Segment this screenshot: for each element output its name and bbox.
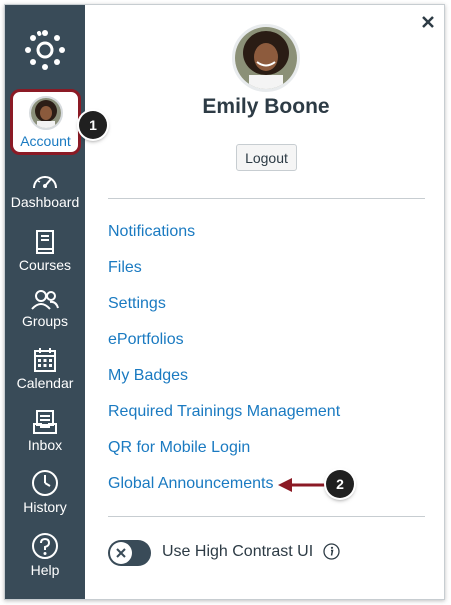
nav-calendar[interactable]: Calendar <box>5 347 85 405</box>
callout-arrow-icon <box>278 478 328 492</box>
link-settings[interactable]: Settings <box>108 295 166 313</box>
user-name: Emily Boone <box>202 95 330 118</box>
callout-badge-1: 1 <box>79 111 107 139</box>
info-icon[interactable] <box>323 543 340 560</box>
canvas-logo-icon[interactable] <box>5 11 85 89</box>
nav-help[interactable]: Help <box>5 532 85 590</box>
dashboard-icon <box>33 176 57 189</box>
divider-top <box>108 198 425 199</box>
nav-dashboard-label: Dashboard <box>10 194 80 210</box>
nav-groups-label: Groups <box>22 313 68 329</box>
close-button[interactable] <box>418 12 438 32</box>
high-contrast-label: Use High Contrast UI <box>162 543 314 560</box>
link-files[interactable]: Files <box>108 259 142 277</box>
nav-courses-label: Courses <box>18 257 72 273</box>
nav-account[interactable]: Account <box>10 89 81 155</box>
profile-avatar <box>232 24 300 92</box>
close-icon <box>422 16 434 28</box>
nav-history[interactable]: History <box>5 469 85 527</box>
nav-courses[interactable]: Courses <box>5 229 85 287</box>
inbox-icon <box>33 410 57 434</box>
nav-groups[interactable]: Groups <box>5 289 85 347</box>
calendar-icon <box>34 348 56 372</box>
link-global-announcements[interactable]: Global Announcements <box>108 475 273 493</box>
callout-badge-2: 2 <box>326 470 354 498</box>
logout-button[interactable]: Logout <box>236 144 297 171</box>
nav-history-label: History <box>23 499 67 515</box>
people-icon <box>31 290 59 310</box>
nav-account-label: Account <box>20 133 71 149</box>
nav-inbox[interactable]: Inbox <box>5 409 85 467</box>
toggle-knob <box>110 542 132 564</box>
link-my-badges[interactable]: My Badges <box>108 367 188 385</box>
high-contrast-toggle[interactable] <box>108 540 151 566</box>
nav-dashboard[interactable]: Dashboard <box>5 170 85 228</box>
link-eportfolios[interactable]: ePortfolios <box>108 331 184 349</box>
question-icon <box>32 533 58 559</box>
x-icon <box>116 548 126 558</box>
book-icon <box>36 230 54 254</box>
link-notifications[interactable]: Notifications <box>108 223 195 241</box>
clock-icon <box>32 470 58 496</box>
nav-inbox-label: Inbox <box>27 437 63 453</box>
link-qr-mobile-login[interactable]: QR for Mobile Login <box>108 439 250 457</box>
avatar <box>28 96 63 130</box>
nav-help-label: Help <box>30 562 60 578</box>
link-required-trainings[interactable]: Required Trainings Management <box>108 403 340 421</box>
nav-calendar-label: Calendar <box>16 375 74 391</box>
divider-bottom <box>108 516 425 517</box>
